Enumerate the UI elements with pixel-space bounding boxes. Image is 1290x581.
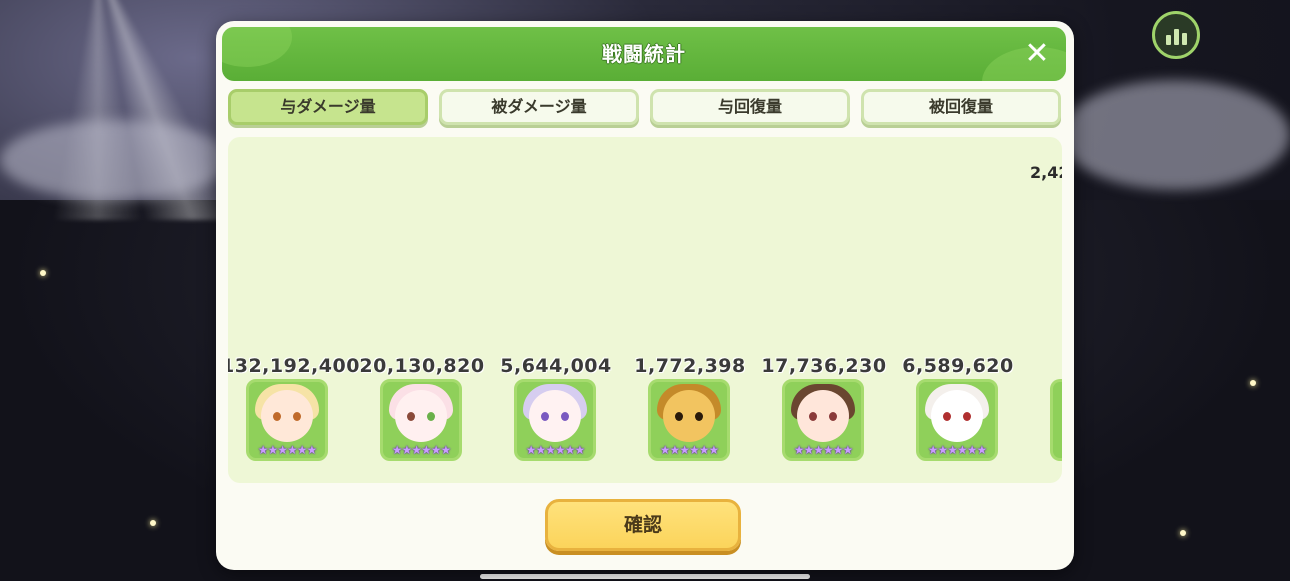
- hero-eye: [675, 412, 683, 421]
- close-icon[interactable]: ✕: [1022, 39, 1052, 69]
- hero-entry: 17,736,230 ★★★★★★: [757, 355, 891, 467]
- hero-damage-value: 6,589,620: [902, 355, 1014, 377]
- bar-chart-icon: [1165, 35, 1171, 45]
- home-indicator[interactable]: [480, 574, 810, 579]
- hero-eye: [273, 412, 281, 421]
- hero-star-rating: ★★★★★★: [525, 443, 586, 457]
- hero-face: [261, 390, 313, 442]
- hero-face: [663, 390, 715, 442]
- tab-healing-received[interactable]: 被回復量: [861, 89, 1061, 125]
- hero-eye: [809, 412, 817, 421]
- overflow-damage-value: 2,42: [1030, 163, 1062, 182]
- dialog-title-bar: 戦闘統計 ✕: [222, 27, 1066, 81]
- hero-eye: [541, 412, 549, 421]
- hero-eye: [561, 412, 569, 421]
- hero-damage-value: 5,644,004: [500, 355, 612, 377]
- hero-face: [797, 390, 849, 442]
- hero-portrait-blonde-icon[interactable]: ★★★★★★: [246, 379, 328, 461]
- stats-tabs: 与ダメージ量 被ダメージ量 与回復量 被回復量: [228, 89, 1062, 129]
- hero-portrait-bee-icon[interactable]: ★★★★★★: [648, 379, 730, 461]
- hero-face: [395, 390, 447, 442]
- hero-star-rating: ★★★★★★: [793, 443, 854, 457]
- hero-star-rating: ★★★★★★: [257, 443, 318, 457]
- hero-eye: [829, 412, 837, 421]
- battle-stats-button[interactable]: [1152, 11, 1200, 59]
- bar-chart-icon-bar: [1181, 33, 1187, 45]
- hero-eye: [943, 412, 951, 421]
- hero-portrait-partial-icon[interactable]: [1050, 379, 1062, 461]
- firefly: [1180, 530, 1186, 536]
- background-cloud: [0, 120, 230, 200]
- confirm-button[interactable]: 確認: [545, 499, 741, 551]
- firefly: [40, 270, 46, 276]
- hero-eye: [293, 412, 301, 421]
- hero-damage-value: 1,772,398: [634, 355, 746, 377]
- background-cloud: [1060, 80, 1290, 190]
- hero-portrait-lavender-icon[interactable]: ★★★★★★: [514, 379, 596, 461]
- hero-damage-value: 17,736,230: [761, 355, 887, 377]
- hero-entry: 6,589,620 ★★★★★★: [891, 355, 1025, 467]
- stats-chart-panel[interactable]: 2,42 132,192,400 ★★★★★★ 20,130,820 ★★★★★…: [228, 137, 1062, 483]
- tab-damage-taken[interactable]: 被ダメージ量: [439, 89, 639, 125]
- hero-entry: 132,192,400 ★★★★★★: [228, 355, 360, 467]
- hero-portrait-brown-icon[interactable]: ★★★★★★: [782, 379, 864, 461]
- dialog-title: 戦闘統計: [602, 42, 686, 66]
- hero-eye: [407, 412, 415, 421]
- hero-entry: 1,772,398 ★★★★★★: [623, 355, 757, 467]
- hero-portrait-white-icon[interactable]: ★★★★★★: [916, 379, 998, 461]
- hero-star-rating: ★★★★★★: [927, 443, 988, 457]
- firefly: [1250, 380, 1256, 386]
- firefly: [150, 520, 156, 526]
- hero-entry: 20,130,820 ★★★★★★: [355, 355, 489, 467]
- hero-eye: [963, 412, 971, 421]
- hero-entry: 5,644,004 ★★★★★★: [489, 355, 623, 467]
- battle-stats-dialog: 戦闘統計 ✕ 与ダメージ量 被ダメージ量 与回復量 被回復量 2,42 132,…: [216, 21, 1074, 570]
- hero-eye: [695, 412, 703, 421]
- hero-portrait-pink-icon[interactable]: ★★★★★★: [380, 379, 462, 461]
- hero-eye: [427, 412, 435, 421]
- hero-face: [529, 390, 581, 442]
- hero-face: [931, 390, 983, 442]
- hero-damage-value: 20,130,820: [359, 355, 485, 377]
- hero-star-rating: ★★★★★★: [391, 443, 452, 457]
- tab-healing-done[interactable]: 与回復量: [650, 89, 850, 125]
- hero-damage-value: 132,192,400: [228, 355, 360, 377]
- hero-star-rating: ★★★★★★: [659, 443, 720, 457]
- bar-chart-icon-bar: [1173, 29, 1179, 45]
- tab-damage-dealt[interactable]: 与ダメージ量: [228, 89, 428, 125]
